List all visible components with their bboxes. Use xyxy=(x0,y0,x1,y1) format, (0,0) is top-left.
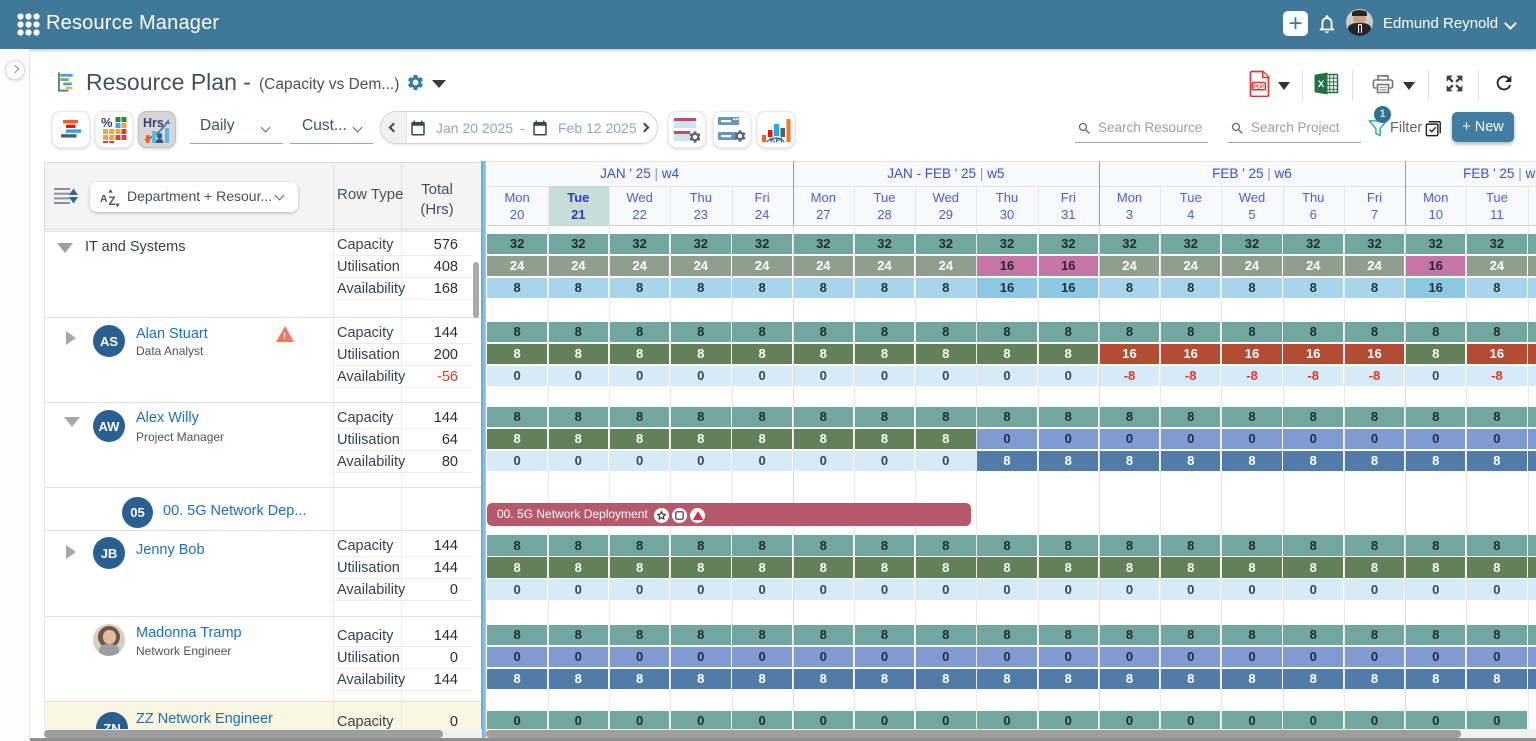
svg-text:KPI: KPI xyxy=(770,135,783,144)
svg-text:A: A xyxy=(100,193,108,205)
svg-text:Hrs: Hrs xyxy=(143,116,164,130)
svg-text:PDF: PDF xyxy=(1253,84,1265,90)
svg-text:%: % xyxy=(101,116,113,130)
svg-text:Z: Z xyxy=(109,196,116,207)
svg-text:X: X xyxy=(1318,79,1325,90)
